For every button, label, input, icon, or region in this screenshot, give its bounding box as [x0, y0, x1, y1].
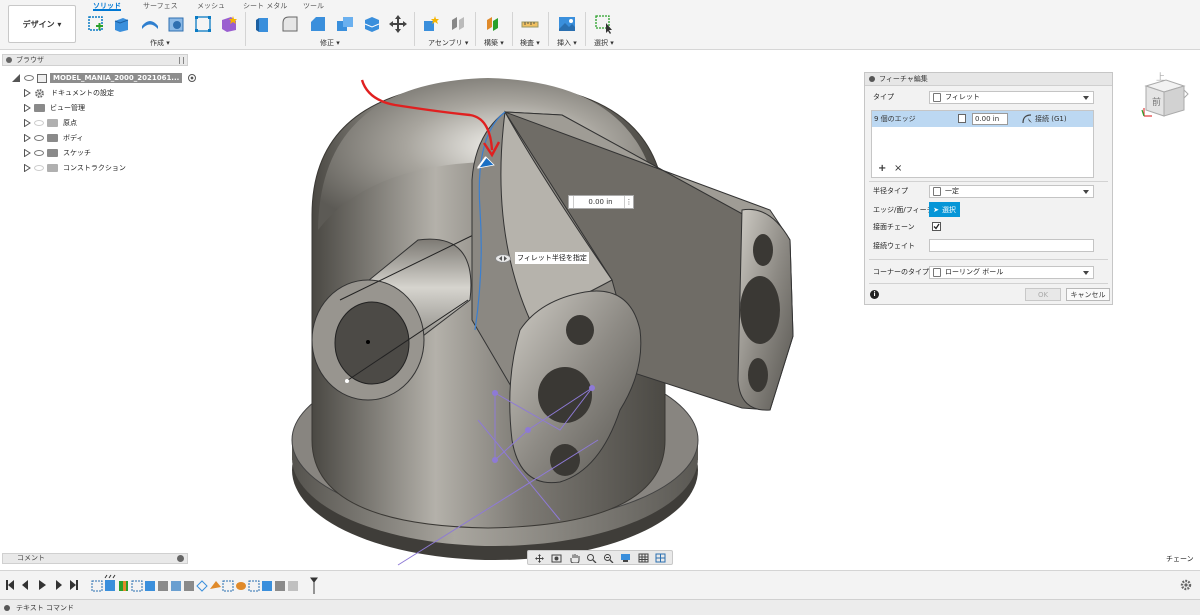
select-button-label: 選択: [941, 205, 956, 214]
dialog-divider: [869, 259, 1108, 260]
look-at-icon[interactable]: [551, 553, 562, 563]
fillet-type-icon: [933, 92, 941, 102]
corner-type-label: コーナーのタイプ: [873, 268, 929, 276]
remove-edge-button[interactable]: ×: [894, 163, 902, 174]
grid-settings-icon[interactable]: [638, 553, 649, 563]
radius-handle-icon[interactable]: [495, 253, 511, 263]
chevron-down-icon: [1083, 189, 1089, 194]
type-value: フィレット: [945, 93, 980, 101]
text-command-bar[interactable]: テキスト コマンド: [0, 599, 1200, 615]
radius-type-value: 一定: [945, 187, 959, 195]
type-dropdown[interactable]: フィレット: [929, 90, 1094, 104]
edit-feature-dialog: フィーチャ編集 タイプ フィレット 9 個のエッジ 0.00 in 接続 (G1…: [864, 72, 1113, 305]
cursor-icon: ➤: [933, 205, 939, 214]
radius-value-input[interactable]: 0.00 in ⋮: [568, 195, 634, 209]
corner-type-icon: [933, 267, 941, 277]
dialog-divider: [869, 181, 1108, 182]
display-settings-icon[interactable]: [620, 553, 631, 563]
fillet-tooltip-text: フィレット半径を指定: [515, 252, 589, 264]
continuity-value[interactable]: 接続 (G1): [1035, 114, 1067, 124]
info-icon[interactable]: i: [870, 290, 879, 299]
select-button[interactable]: ➤ 選択: [929, 202, 960, 217]
chevron-down-icon: [1083, 95, 1089, 100]
fillet-tooltip: フィレット半径を指定: [495, 252, 589, 264]
collapse-icon[interactable]: [869, 76, 875, 82]
comments-bar[interactable]: コメント: [2, 553, 188, 564]
dialog-divider: [869, 283, 1108, 284]
radius-type-label: 半径タイプ: [873, 187, 908, 195]
corner-type-row: コーナーのタイプ ローリング ボール: [865, 264, 1112, 280]
timeline-settings-gear-icon[interactable]: [1180, 579, 1192, 591]
continuity-icon: [1022, 114, 1032, 124]
edge-face-row: エッジ/面/フィーチャ: [865, 202, 1112, 218]
pan-hand-icon[interactable]: [569, 553, 580, 563]
radius-type-icon: [933, 186, 941, 196]
tangent-chain-label: 接面チェーン: [873, 223, 915, 231]
fit-zoom-icon[interactable]: [603, 553, 614, 563]
viewcube[interactable]: 上 前: [1140, 70, 1190, 120]
timeline-bar: [0, 570, 1200, 599]
dialog-title-bar[interactable]: フィーチャ編集: [865, 73, 1112, 86]
navigation-bar: [527, 550, 673, 565]
radius-type-dropdown[interactable]: 一定: [929, 184, 1094, 198]
viewcube-front-label: 前: [1152, 96, 1161, 108]
tangent-chain-row: 接面チェーン: [865, 219, 1112, 235]
comments-label: コメント: [17, 554, 45, 562]
text-command-label: テキスト コマンド: [16, 603, 75, 612]
corner-type-value: ローリング ボール: [945, 268, 1004, 276]
orbit-icon[interactable]: [534, 553, 545, 563]
cancel-button[interactable]: キャンセル: [1066, 288, 1110, 301]
tangent-weight-label: 接続ウェイト: [873, 242, 915, 250]
add-edge-button[interactable]: +: [878, 163, 886, 174]
expand-icon[interactable]: [4, 604, 10, 611]
edge-radius-icon: [958, 114, 966, 123]
timeline-features[interactable]: [90, 574, 320, 596]
input-grip[interactable]: [569, 196, 574, 208]
add-comment-icon[interactable]: [177, 555, 184, 562]
timeline-playback-controls[interactable]: [4, 578, 84, 592]
zoom-icon[interactable]: [586, 553, 597, 563]
edge-set-row[interactable]: 9 個のエッジ 0.00 in 接続 (G1): [872, 111, 1093, 127]
radius-value-text[interactable]: 0.00 in: [577, 198, 624, 206]
chain-status-label: チェーン: [1166, 555, 1194, 563]
edge-radius-input[interactable]: 0.00 in: [972, 113, 1008, 125]
more-options-icon[interactable]: ⋮: [624, 196, 633, 208]
chevron-down-icon: [1083, 270, 1089, 275]
corner-type-dropdown[interactable]: ローリング ボール: [929, 265, 1094, 279]
type-label: タイプ: [873, 93, 894, 101]
edge-selection-list[interactable]: 9 個のエッジ 0.00 in 接続 (G1) + ×: [871, 110, 1094, 178]
edge-count-label: 9 個のエッジ: [874, 115, 916, 123]
ok-button[interactable]: OK: [1025, 288, 1061, 301]
viewcube-top-label: 上: [1156, 72, 1165, 83]
checkmark-icon: [933, 223, 940, 230]
type-row: タイプ フィレット: [865, 89, 1112, 105]
tangent-weight-input[interactable]: [929, 239, 1094, 252]
tangent-chain-checkbox[interactable]: [932, 222, 941, 231]
dialog-title: フィーチャ編集: [879, 75, 928, 83]
radius-type-row: 半径タイプ 一定: [865, 183, 1112, 199]
viewports-icon[interactable]: [655, 553, 666, 563]
